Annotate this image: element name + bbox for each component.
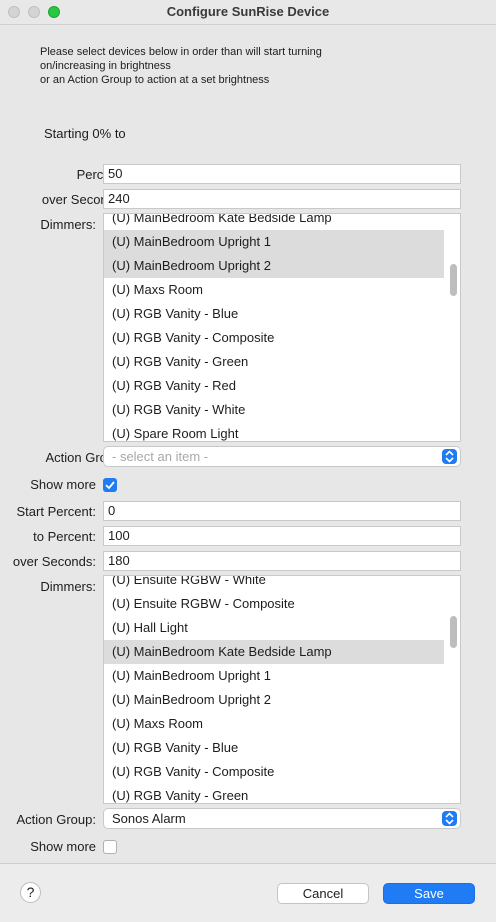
title-bar: Configure SunRise Device [0, 0, 496, 25]
list-item[interactable]: (U) MainBedroom Upright 2 [104, 254, 444, 278]
checkmark-icon [105, 481, 115, 490]
show-more-2-label: Show more [30, 839, 96, 854]
action-group-2-label: Action Group: [16, 812, 97, 827]
dimmers-label: Dimmers: [40, 217, 96, 232]
list-item[interactable]: (U) Maxs Room [104, 278, 444, 302]
chevron-updown-icon [442, 811, 457, 826]
list-item[interactable]: (U) RGB Vanity - Green [104, 350, 444, 374]
dimmers-2-label: Dimmers: [40, 579, 96, 594]
help-button[interactable]: ? [20, 882, 41, 903]
to-percent-field[interactable]: 100 [103, 526, 461, 546]
list-item[interactable]: (U) RGB Vanity - Blue [104, 736, 444, 760]
intro-text: Please select devices below in order tha… [40, 45, 322, 87]
list-item[interactable]: (U) RGB Vanity - Red [104, 374, 444, 398]
list-item[interactable]: (U) MainBedroom Upright 2 [104, 688, 444, 712]
starting-label: Starting 0% to [44, 126, 126, 141]
show-more-checkbox[interactable] [103, 478, 117, 492]
list-item[interactable]: (U) RGB Vanity - Blue [104, 302, 444, 326]
list-item[interactable]: (U) RGB Vanity - White [104, 398, 444, 422]
list-item[interactable]: (U) MainBedroom Upright 1 [104, 230, 444, 254]
list-item[interactable]: (U) MainBedroom Upright 1 [104, 664, 444, 688]
list-item[interactable]: (U) Ensuite RGBW - Composite [104, 592, 444, 616]
percent-field[interactable]: 50 [103, 164, 461, 184]
list-item[interactable]: (U) Hall Light [104, 616, 444, 640]
action-group-2-value: Sonos Alarm [112, 811, 186, 826]
show-more-label: Show more [30, 477, 96, 492]
list-item[interactable]: (U) Ensuite RGBW - White [104, 576, 444, 592]
start-percent-field[interactable]: 0 [103, 501, 461, 521]
action-group-2-select[interactable]: Sonos Alarm [103, 808, 461, 829]
list-item[interactable]: (U) RGB Vanity - Composite [104, 326, 444, 350]
dimmers-list-scrollbar[interactable] [450, 264, 457, 296]
intro-line-2: on/increasing in brightness [40, 60, 171, 72]
footer-divider [0, 863, 496, 864]
window-title: Configure SunRise Device [166, 4, 330, 19]
seconds-field[interactable]: 240 [103, 189, 461, 209]
to-percent-label: to Percent: [33, 529, 96, 544]
list-item[interactable]: (U) Maxs Room [104, 712, 444, 736]
chevron-updown-icon [442, 449, 457, 464]
dimmers-list[interactable]: (U) Spare Room Light (U) RGB Vanity - Whi… [103, 213, 461, 442]
dialog-content: Please select devices below in order tha… [0, 25, 496, 863]
action-group-select[interactable]: - select an item - [103, 446, 461, 467]
cancel-button[interactable]: Cancel [277, 883, 369, 904]
seconds-2-field[interactable]: 180 [103, 551, 461, 571]
intro-line-1: Please select devices below in order tha… [40, 46, 322, 58]
list-item[interactable]: (U) MainBedroom Kate Bedside Lamp [104, 214, 444, 230]
dimmers-2-list[interactable]: (U) RGB Vanity - Green (U) RGB Vanity - C… [103, 575, 461, 804]
dimmers-2-list-scrollbar[interactable] [450, 616, 457, 648]
seconds-2-label: over Seconds: [12, 554, 96, 569]
intro-line-3: or an Action Group to action at a set br… [40, 74, 270, 86]
list-item[interactable]: (U) MainBedroom Kate Bedside Lamp [104, 640, 444, 664]
action-group-value: - select an item - [112, 449, 209, 464]
start-percent-label: Start Percent: [16, 504, 96, 519]
save-button[interactable]: Save [383, 883, 475, 904]
list-item[interactable]: (U) RGB Vanity - Composite [104, 760, 444, 784]
list-item[interactable]: (U) RGB Vanity - Green [104, 784, 444, 803]
list-item[interactable]: (U) Spare Room Light [104, 422, 444, 441]
show-more-2-checkbox[interactable] [103, 840, 117, 854]
